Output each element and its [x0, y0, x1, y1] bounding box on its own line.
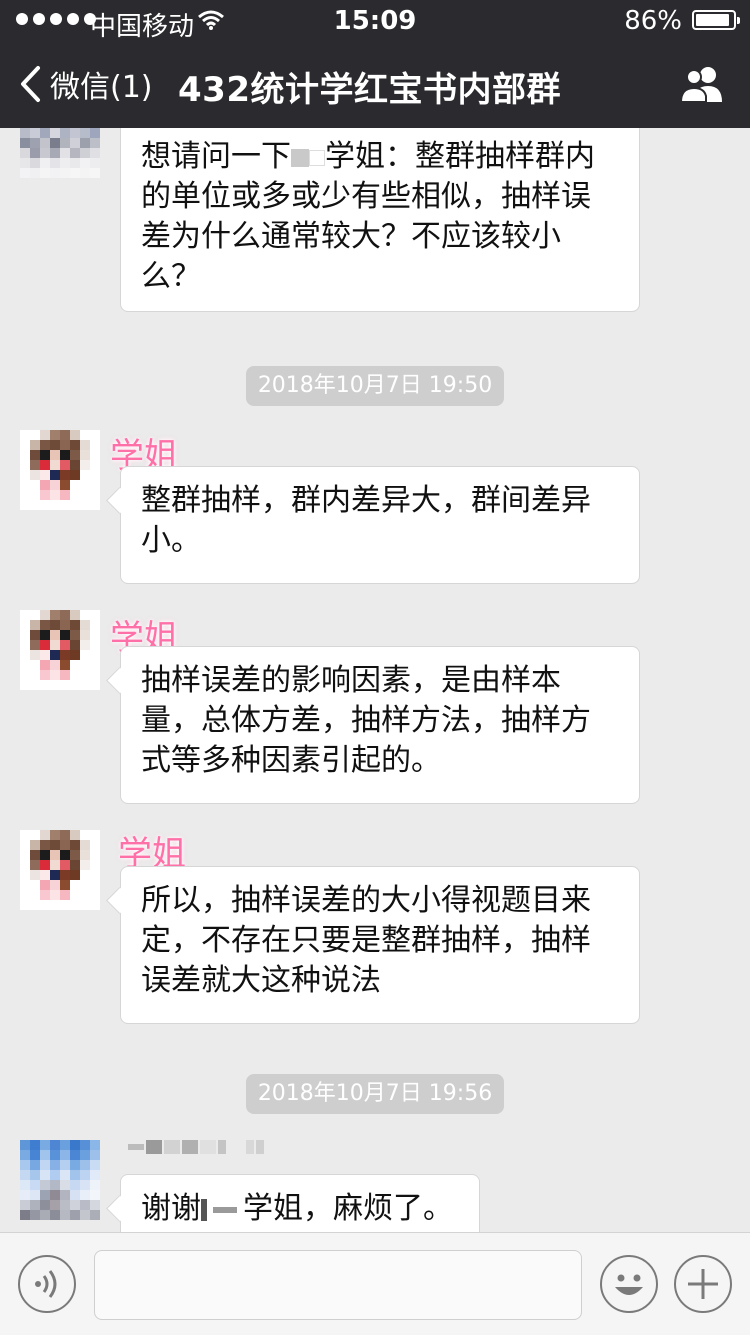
voice-icon: [35, 1270, 57, 1298]
back-label: 微信(1): [50, 70, 153, 105]
plus-icon: [688, 1269, 718, 1299]
sender-name-redacted: [128, 1140, 264, 1154]
voice-button[interactable]: [18, 1255, 76, 1313]
battery-percent: 86%: [624, 6, 682, 36]
message-text: 所以，抽样误差的大小得视题目来定，不存在只要是整群抽样，抽样误差就大这种说法: [141, 883, 591, 998]
message-text: 想请问一下: [141, 139, 291, 174]
smiley-icon: [615, 1274, 643, 1295]
chevron-left-icon: [21, 66, 40, 102]
back-button[interactable]: 微信(1): [18, 62, 153, 106]
chat-area[interactable]: 想请问一下 学姐：整群抽样群内的单位或多或少有些相似，抽样误差为什么通常较大？不应…: [0, 128, 750, 1232]
timestamp: 2018年10月7日 19:56: [246, 1074, 504, 1114]
message-text: 学姐，麻烦了。: [243, 1191, 453, 1226]
input-bar: [0, 1232, 750, 1335]
message-bubble[interactable]: 所以，抽样误差的大小得视题目来定，不存在只要是整群抽样，抽样误差就大这种说法: [120, 866, 640, 1024]
avatar[interactable]: [20, 128, 100, 188]
emoji-button[interactable]: [600, 1255, 658, 1313]
message-text: 整群抽样，群内差异大，群间差异小。: [141, 483, 591, 558]
redaction-blur: [309, 149, 325, 166]
message-bubble[interactable]: 想请问一下 学姐：整群抽样群内的单位或多或少有些相似，抽样误差为什么通常较大？不应…: [120, 128, 640, 312]
people-icon[interactable]: [678, 64, 726, 104]
battery-icon: [692, 10, 740, 30]
message-text: 谢谢: [141, 1191, 201, 1226]
redaction-blur: [201, 1198, 207, 1221]
nav-bar: 微信(1) 432统计学红宝书内部群: [0, 40, 750, 128]
message-input[interactable]: [94, 1250, 582, 1320]
redaction-blur: [213, 1206, 237, 1213]
message-text: 抽样误差的影响因素，是由样本量，总体方差，抽样方法，抽样方式等多种因素引起的。: [141, 663, 591, 778]
more-button[interactable]: [674, 1255, 732, 1313]
status-bar: 中国移动 15:09 86%: [0, 0, 750, 42]
chat-title: 432统计学红宝书内部群: [178, 70, 561, 110]
message-bubble[interactable]: 抽样误差的影响因素，是由样本量，总体方差，抽样方法，抽样方式等多种因素引起的。: [120, 646, 640, 804]
avatar[interactable]: [20, 830, 100, 910]
redaction-blur: [291, 148, 309, 167]
top-bar: 中国移动 15:09 86% 微信(1) 432统计学红宝书内部群: [0, 0, 750, 128]
avatar[interactable]: [20, 1140, 100, 1220]
avatar[interactable]: [20, 610, 100, 690]
message-bubble[interactable]: 谢谢 学姐，麻烦了。: [120, 1174, 480, 1232]
timestamp: 2018年10月7日 19:50: [246, 366, 504, 406]
avatar[interactable]: [20, 430, 100, 510]
message-bubble[interactable]: 整群抽样，群内差异大，群间差异小。: [120, 466, 640, 584]
